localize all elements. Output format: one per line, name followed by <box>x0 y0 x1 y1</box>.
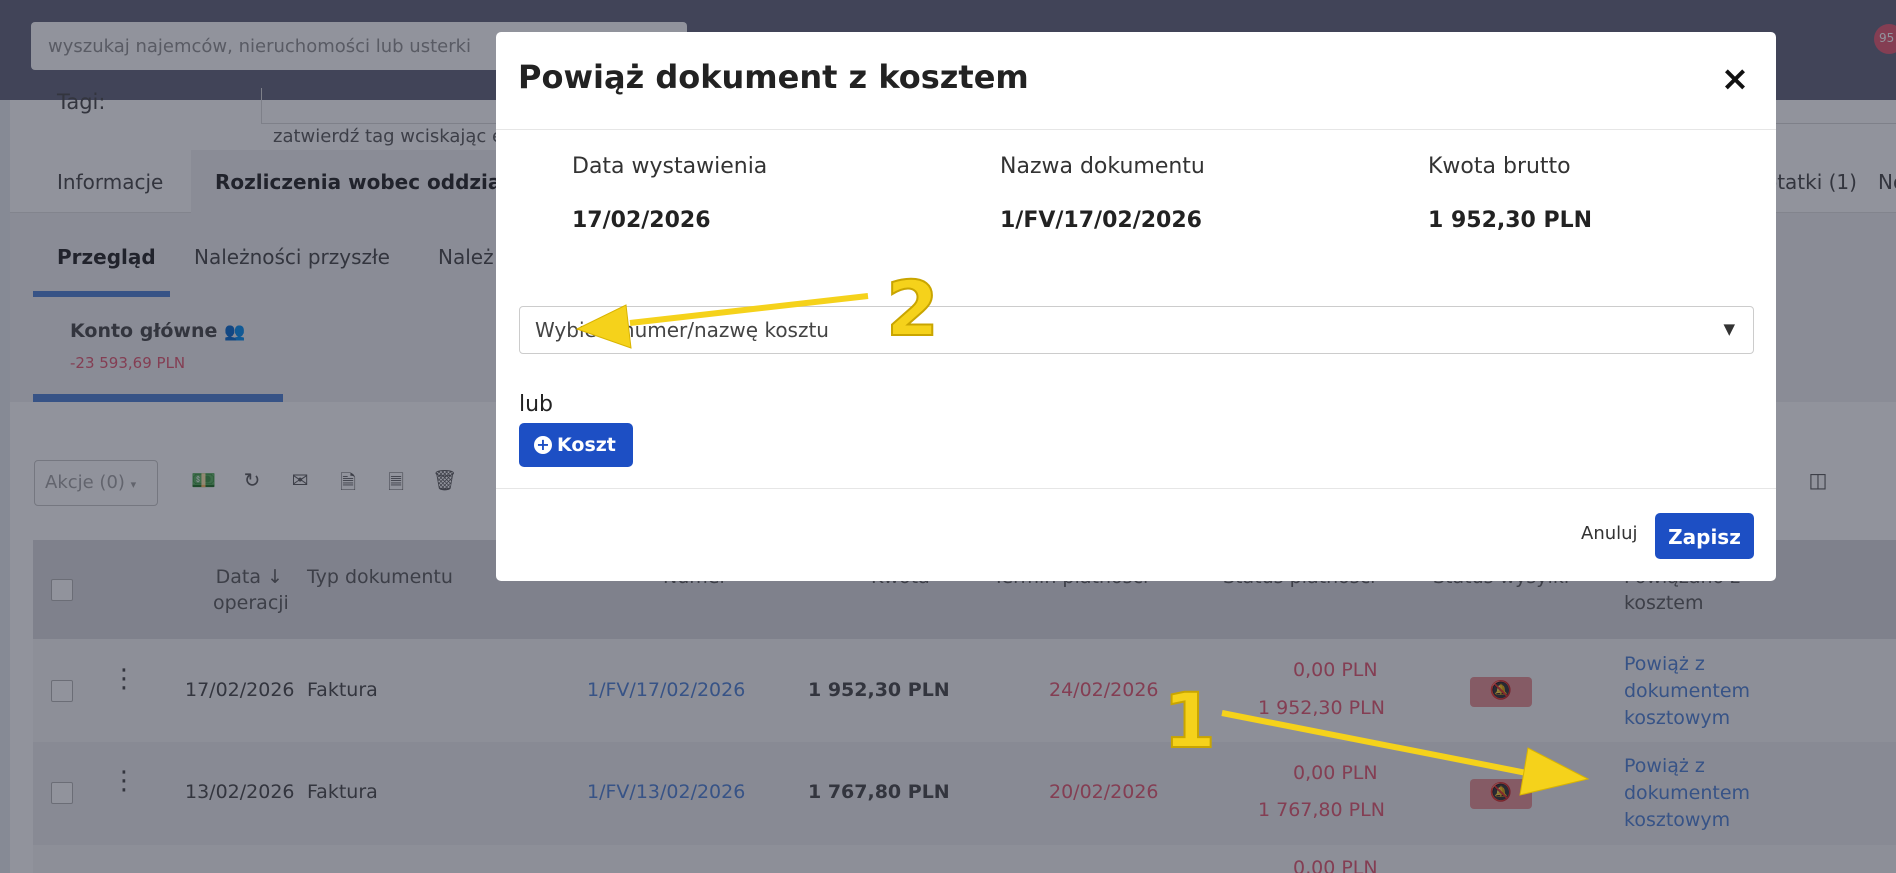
modal-title: Powiąż dokument z kosztem <box>518 58 1029 96</box>
close-icon[interactable]: × <box>1718 62 1752 96</box>
save-button[interactable]: Zapisz <box>1655 513 1754 559</box>
link-document-modal: Powiąż dokument z kosztem × Data wystawi… <box>496 32 1776 581</box>
step-2-label: 2 <box>885 263 940 354</box>
plus-circle-icon: + <box>534 436 552 454</box>
or-label: lub <box>519 392 554 417</box>
cost-select[interactable]: Wybierz numer/nazwę kosztu ▼ <box>519 306 1754 354</box>
step-1-label: 1 <box>1162 675 1217 766</box>
modal-footer-divider <box>496 488 1776 489</box>
gross-amount-label: Kwota brutto <box>1428 154 1571 179</box>
gross-amount-value: 1 952,30 PLN <box>1428 208 1593 233</box>
issue-date-label: Data wystawienia <box>572 154 768 179</box>
document-name-label: Nazwa dokumentu <box>1000 154 1205 179</box>
issue-date-value: 17/02/2026 <box>572 208 711 233</box>
caret-down-icon: ▼ <box>1723 320 1735 338</box>
document-name-value: 1/FV/17/02/2026 <box>1000 208 1202 233</box>
cost-select-placeholder: Wybierz numer/nazwę kosztu <box>535 318 829 342</box>
modal-header-divider <box>496 129 1776 130</box>
cancel-button[interactable]: Anuluj <box>1581 523 1638 544</box>
add-cost-button[interactable]: + Koszt <box>519 423 633 467</box>
